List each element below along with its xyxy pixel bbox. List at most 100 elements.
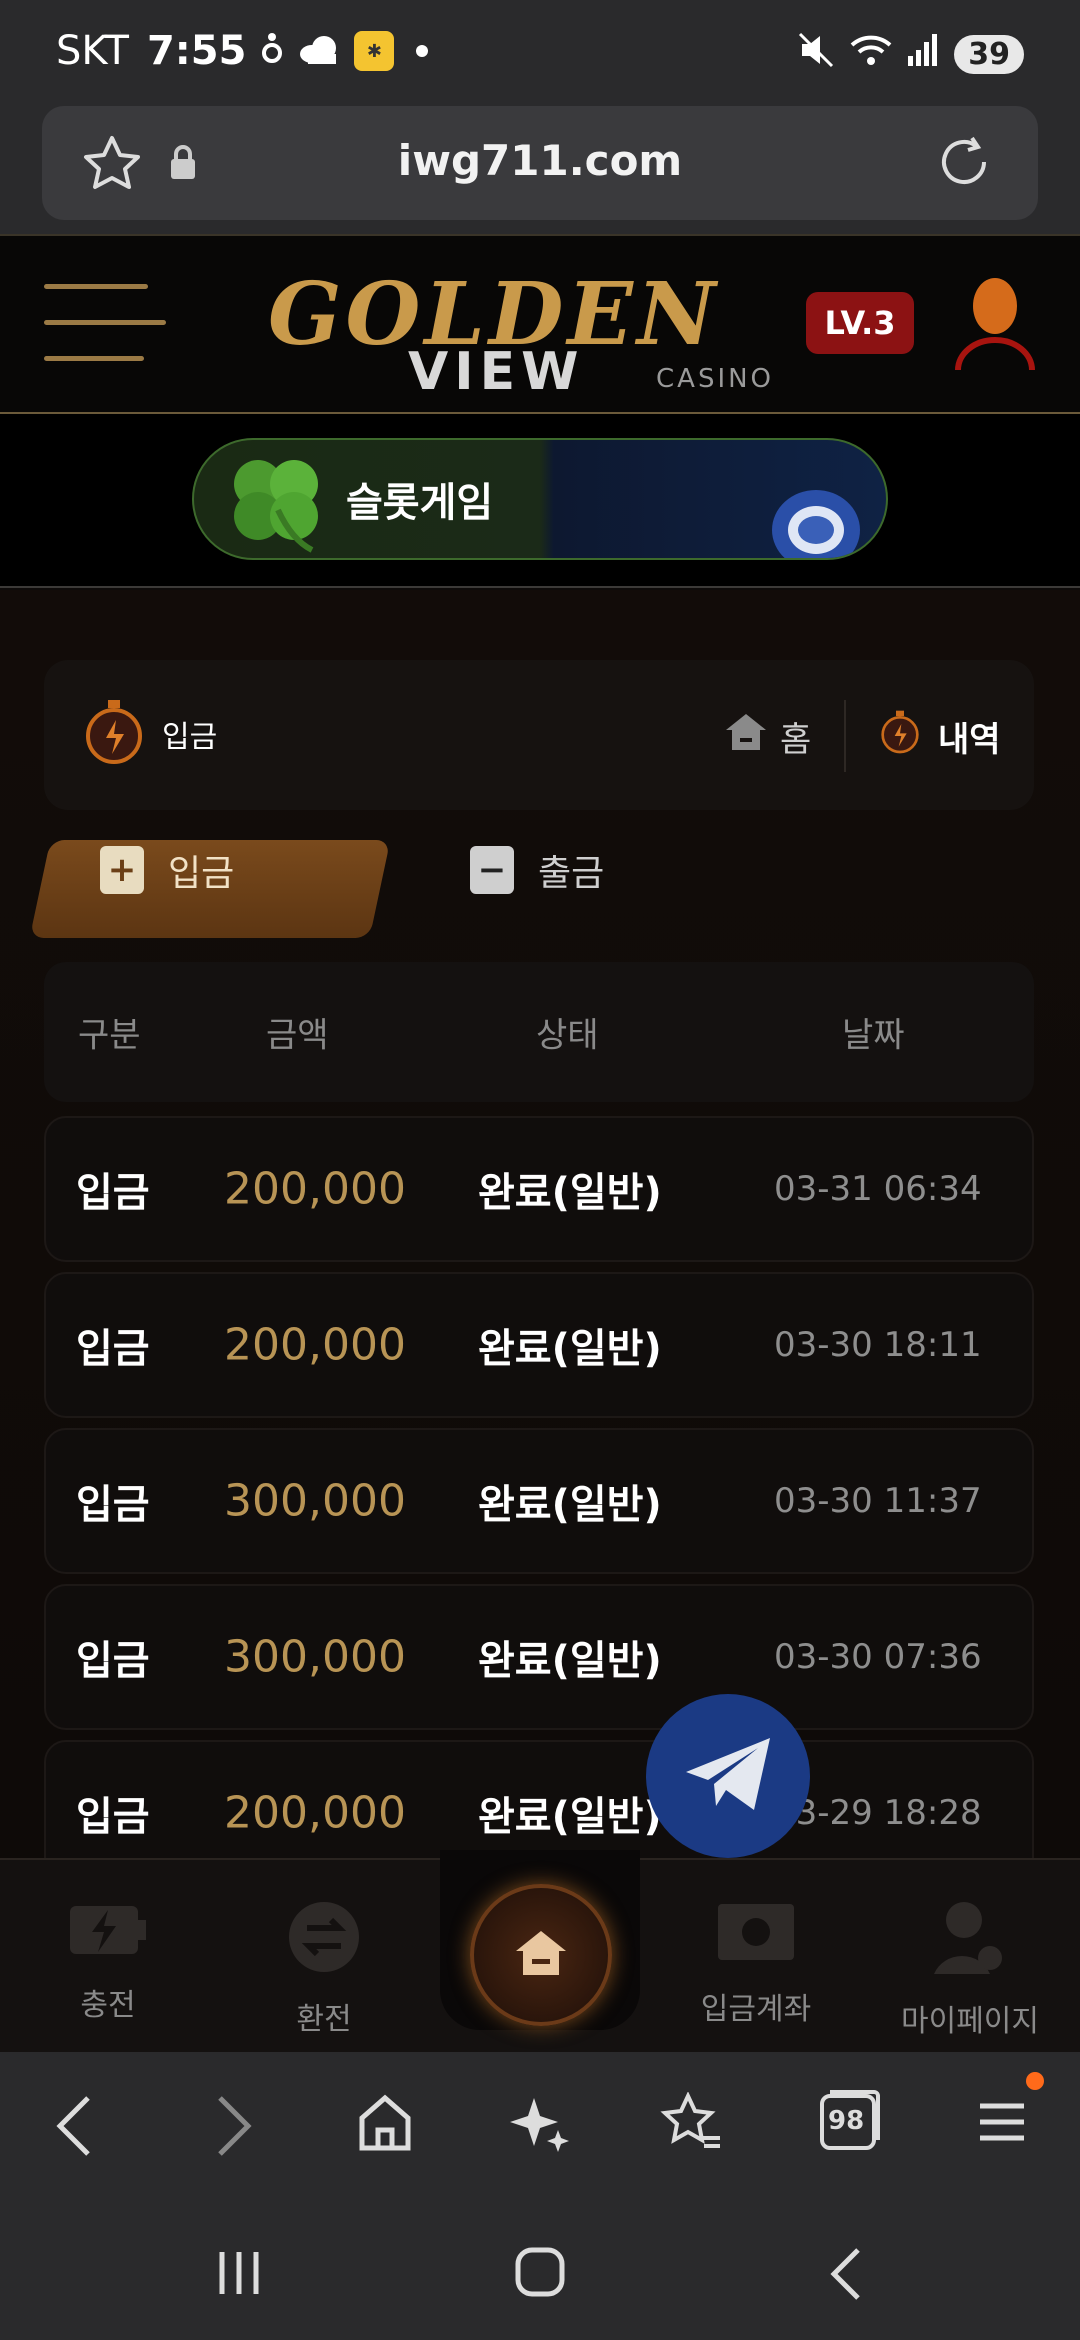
cloud-icon [298, 28, 340, 74]
header-type: 구분 [78, 1015, 141, 1056]
battery-level: 39 [954, 34, 1024, 74]
page-header-card: 입금 홈 내역 [44, 660, 1034, 810]
carrier: SKT [56, 28, 129, 74]
nav-deposit-account[interactable]: 입금계좌 [656, 1900, 856, 2028]
nav-deposit-account-label: 입금계좌 [700, 1992, 812, 2027]
row-status: 완료(일반) [478, 1794, 662, 1840]
nav-exchange-label: 환전 [296, 2002, 352, 2037]
nav-exchange[interactable]: 환전 [224, 1900, 424, 2038]
stopwatch-icon [84, 700, 144, 768]
home-outline-icon[interactable] [356, 2092, 414, 2156]
row-amount: 200,000 [224, 1163, 406, 1215]
poker-chip-icon [756, 470, 866, 558]
mute-icon [798, 32, 834, 76]
document-plus-icon: + [100, 846, 144, 894]
more-notifications-icon [416, 45, 429, 57]
home-button[interactable] [470, 1884, 612, 2026]
banner-label: 슬롯게임 [346, 480, 494, 526]
header-status: 상태 [536, 1015, 599, 1056]
row-status: 완료(일반) [478, 1170, 662, 1216]
row-status: 완료(일반) [478, 1638, 662, 1684]
bookmarks-icon[interactable] [660, 2091, 724, 2158]
lightning-battery-icon [66, 1906, 150, 1964]
tab-withdraw-label: 출금 [538, 853, 605, 894]
hamburger-menu-icon[interactable] [44, 284, 166, 364]
back-system-icon[interactable] [826, 2246, 866, 2306]
tabs-button[interactable]: 98 [818, 2088, 882, 2152]
home-icon [724, 712, 768, 761]
table-header: 구분 금액 상태 날짜 [44, 962, 1034, 1102]
row-type: 입금 [76, 1482, 150, 1528]
page-title: 입금 [162, 720, 218, 755]
app-notification-icon: ✱ [354, 31, 395, 71]
row-date: 03-30 18:11 [774, 1325, 982, 1365]
sparkle-icon[interactable] [508, 2092, 572, 2160]
row-date: 03-30 07:36 [774, 1637, 982, 1677]
reload-icon[interactable] [936, 132, 994, 196]
level-badge: LV.3 [806, 292, 914, 354]
site-bottom-nav: 충전 환전 입금계좌 마이페이지 [0, 1850, 1080, 2052]
table-row[interactable]: 입금 300,000 완료(일반) 03-30 07:36 [44, 1584, 1034, 1730]
table-row[interactable]: 입금 200,000 완료(일반) 03-30 18:11 [44, 1272, 1034, 1418]
tab-count: 98 [828, 2106, 865, 2136]
telegram-button[interactable] [646, 1694, 810, 1858]
row-status: 완료(일반) [478, 1326, 662, 1372]
row-amount: 200,000 [224, 1787, 406, 1839]
cash-icon [716, 1904, 796, 1968]
site-header: GOLDEN VIEW CASINO LV.3 [0, 234, 1080, 414]
clover-icon [222, 450, 332, 558]
home-icon [514, 1929, 568, 1981]
user-profile-icon[interactable] [952, 276, 1038, 376]
home-breadcrumb[interactable]: 홈 [724, 712, 811, 761]
tab-deposit-content[interactable]: + 입금 [100, 844, 234, 896]
system-nav-bar [0, 2202, 1080, 2340]
address-bar[interactable]: iwg711.com [42, 106, 1038, 220]
user-settings-icon [932, 1902, 1008, 1980]
row-date: 03-31 06:34 [774, 1169, 982, 1209]
row-type: 입금 [76, 1170, 150, 1216]
row-type: 입금 [76, 1638, 150, 1684]
home-system-icon[interactable] [514, 2246, 566, 2302]
notification-dot [1026, 2072, 1044, 2090]
nav-mypage-label: 마이페이지 [901, 2004, 1039, 2039]
nav-charge-label: 충전 [80, 1988, 136, 2023]
menu-icon[interactable] [976, 2092, 1028, 2156]
exchange-icon [287, 1902, 361, 1978]
table-row[interactable]: 입금 200,000 완료(일반) 03-31 06:34 [44, 1116, 1034, 1262]
table-row[interactable]: 입금 300,000 완료(일반) 03-30 11:37 [44, 1428, 1034, 1574]
nav-charge[interactable]: 충전 [8, 1900, 208, 2024]
breadcrumb-divider [844, 700, 846, 772]
back-arrow-icon[interactable] [52, 2092, 96, 2164]
document-minus-icon: − [470, 846, 514, 894]
url-text[interactable]: iwg711.com [42, 136, 1038, 185]
telegram-icon [682, 1734, 774, 1818]
recent-apps-icon[interactable] [214, 2248, 264, 2302]
header-date: 날짜 [842, 1015, 905, 1056]
browser-toolbar: iwg711.com [0, 106, 1080, 234]
row-date: 03-30 11:37 [774, 1481, 982, 1521]
history-breadcrumb[interactable]: 내역 [880, 710, 1001, 763]
site-logo[interactable]: GOLDEN VIEW CASINO [268, 256, 808, 402]
row-amount: 200,000 [224, 1319, 406, 1371]
browser-bottom-bar: 98 [0, 2052, 1080, 2202]
main-content: 입금 홈 내역 + 입금 − 출금 구분 금액 상태 날짜 입금 200,000… [0, 590, 1080, 1886]
logo-view-text: VIEW [408, 342, 585, 402]
row-type: 입금 [76, 1326, 150, 1372]
slot-game-banner[interactable]: 슬롯게임 [192, 438, 888, 560]
row-status: 완료(일반) [478, 1482, 662, 1528]
signal-icon [908, 34, 938, 74]
promo-banner: 슬롯게임 [0, 414, 1080, 588]
row-type: 입금 [76, 1794, 150, 1840]
status-bar: SKT 7:55 ✱ 39 [0, 0, 1080, 106]
wifi-icon [850, 33, 892, 75]
tab-withdraw[interactable]: − 출금 [470, 844, 604, 896]
tab-deposit-label: 입금 [168, 853, 235, 894]
history-link-label: 내역 [938, 720, 1001, 760]
header-amount: 금액 [266, 1015, 329, 1056]
logo-casino-text: CASINO [656, 364, 775, 394]
home-link-label: 홈 [780, 720, 812, 760]
forward-arrow-icon[interactable] [212, 2092, 256, 2164]
row-amount: 300,000 [224, 1631, 406, 1683]
nav-mypage[interactable]: 마이페이지 [870, 1900, 1070, 2040]
person-icon [260, 29, 284, 74]
